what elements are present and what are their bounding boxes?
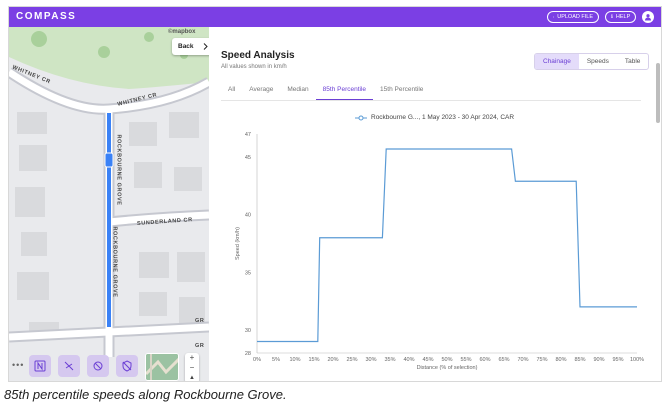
y-tick-label: 30: [245, 328, 251, 334]
shield-tool-button[interactable]: [116, 355, 138, 377]
help-label: HELP: [615, 14, 631, 20]
x-tick-label: 65%: [498, 357, 509, 363]
tree: [98, 46, 110, 58]
shield-off-icon: [122, 360, 132, 372]
zoom-out-button[interactable]: −: [185, 363, 199, 373]
more-icon[interactable]: •••: [12, 360, 24, 370]
x-tick-label: 35%: [384, 357, 395, 363]
x-tick-label: 90%: [593, 357, 604, 363]
street-label-gr: GR: [195, 318, 205, 324]
layers-off-icon: [64, 361, 74, 371]
x-tick-label: 100%: [630, 357, 644, 363]
layer-tool-button[interactable]: [58, 355, 80, 377]
speed-analysis-panel: Speed Analysis All values shown in km/h …: [209, 27, 661, 381]
street-label-gr: GR: [195, 343, 205, 349]
x-tick-label: 45%: [422, 357, 433, 363]
x-tick-label: 60%: [479, 357, 490, 363]
series-line[interactable]: [257, 148, 637, 343]
x-axis-label: Distance (% of selection): [417, 365, 478, 371]
zoom-in-button[interactable]: +: [185, 353, 199, 363]
basemap-thumbnail[interactable]: [145, 353, 179, 381]
satellite-preview: [146, 354, 178, 380]
upload-file-button[interactable]: UPLOAD FILE: [547, 11, 599, 23]
filter-tool-button[interactable]: [87, 355, 109, 377]
x-tick-label: 20%: [327, 357, 338, 363]
file-icon: [553, 16, 555, 18]
north-icon: [34, 360, 46, 372]
x-tick-label: 40%: [403, 357, 414, 363]
x-tick-label: 0%: [253, 357, 261, 363]
vertical-scrollbar[interactable]: [656, 63, 660, 123]
street-label-rockbourne: ROCKBOURNE GROVE: [115, 134, 122, 206]
x-tick-label: 50%: [441, 357, 452, 363]
speed-chart: 0% 5% 10% 15% 20% 25% 30% 35% 40% 45% 50% 55% 60% 65%…: [235, 132, 644, 371]
x-tick-label: 70%: [517, 357, 528, 363]
y-axis-label: Speed (km/h): [235, 227, 241, 260]
back-label: Back: [178, 43, 194, 50]
x-tick-label: 30%: [365, 357, 376, 363]
x-tick-label: 10%: [289, 357, 300, 363]
chevron-right-icon: [203, 43, 208, 50]
y-tick-label: 28: [245, 351, 251, 357]
route-marker[interactable]: [104, 152, 114, 168]
y-tick-label: 45: [245, 155, 251, 161]
x-tick-label: 80%: [555, 357, 566, 363]
mapbox-attribution[interactable]: ©mapbox: [168, 29, 195, 35]
north-arrow-tool-button[interactable]: [29, 355, 51, 377]
map-toolbar: ••• + − ▲: [9, 353, 209, 381]
x-tick-label: 95%: [612, 357, 623, 363]
blocked-icon: [93, 361, 103, 371]
back-button[interactable]: Back: [172, 38, 209, 55]
zoom-controls: + − ▲: [185, 353, 199, 381]
x-tick-label: 85%: [574, 357, 585, 363]
info-icon: ℹ: [611, 14, 613, 20]
y-tick-label: 40: [245, 213, 251, 219]
help-button[interactable]: ℹ HELP: [605, 11, 636, 23]
x-tick-label: 25%: [346, 357, 357, 363]
top-bar: COMPASS UPLOAD FILE ℹ HELP: [9, 7, 661, 27]
y-tick-label: 35: [245, 270, 251, 276]
tree: [144, 32, 154, 42]
x-tick-label: 5%: [272, 357, 280, 363]
tree: [31, 31, 47, 47]
user-icon: [645, 14, 651, 21]
upload-file-label: UPLOAD FILE: [557, 14, 593, 20]
app-window: COMPASS UPLOAD FILE ℹ HELP ©mapbox Back …: [8, 6, 662, 382]
x-tick-label: 75%: [536, 357, 547, 363]
user-avatar-button[interactable]: [642, 11, 654, 23]
figure-caption: 85th percentile speeds along Rockbourne …: [4, 387, 287, 402]
map-view[interactable]: ©mapbox Back WHITNEY CR WHITNEY CR ROCKB…: [9, 27, 209, 381]
x-tick-label: 55%: [460, 357, 471, 363]
x-tick-label: 15%: [308, 357, 319, 363]
y-tick-label: 47: [245, 132, 251, 138]
compass-icon[interactable]: ▲: [185, 373, 199, 381]
street-label-rockbourne: ROCKBOURNE GROVE: [111, 226, 118, 298]
app-logo[interactable]: COMPASS: [16, 11, 76, 22]
